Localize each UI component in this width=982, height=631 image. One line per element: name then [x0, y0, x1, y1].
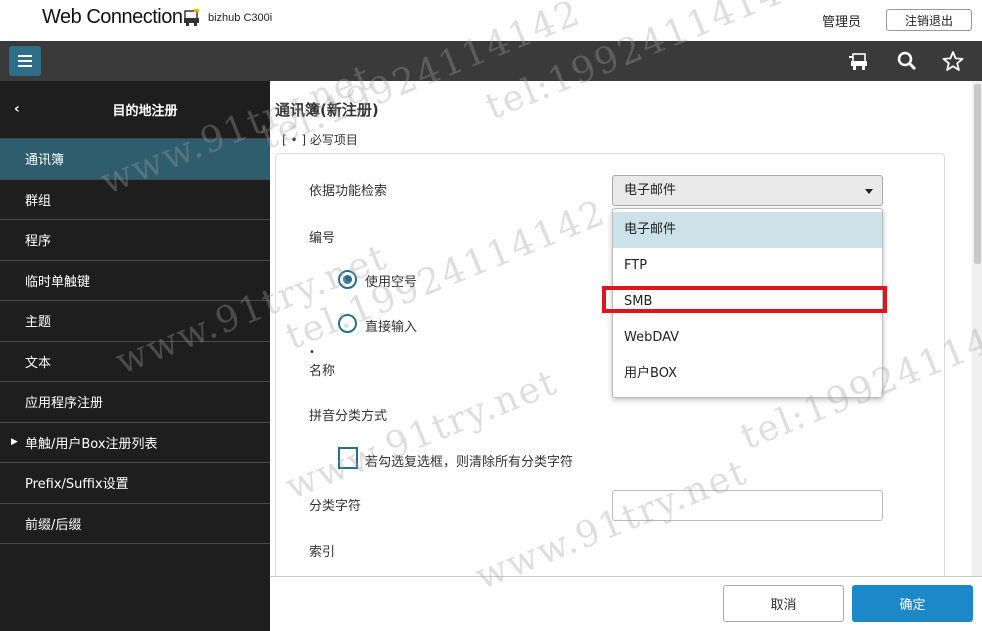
number-label: 编号	[309, 231, 336, 246]
page-title: 通讯簿(新注册)	[275, 101, 379, 119]
star-icon[interactable]	[942, 50, 964, 72]
category-char-input[interactable]	[612, 490, 883, 521]
sidebar-header: ‹ 目的地注册	[0, 81, 270, 139]
printer-icon	[184, 9, 199, 26]
main-content: 通讯簿(新注册) [ • ] 必写项目 依据功能检索 电子邮件 编号 使用空号 …	[270, 81, 982, 576]
search-icon[interactable]	[896, 50, 918, 72]
menu-icon[interactable]	[9, 46, 41, 76]
option-user-box[interactable]: 用户BOX	[613, 356, 882, 392]
sidebar-item-subject[interactable]: 主题	[0, 301, 270, 342]
chevron-down-icon	[865, 189, 873, 194]
smb-highlight-box	[602, 286, 887, 313]
sidebar-item-label: Prefix/Suffix设置	[25, 477, 129, 493]
sidebar-item-label: 前缀/后缀	[25, 517, 82, 533]
radio-direct-input[interactable]	[338, 314, 357, 333]
ok-button[interactable]: 确定	[852, 585, 973, 622]
scroll-thumb[interactable]	[974, 84, 981, 264]
toolbar	[0, 41, 982, 81]
sidebar-item-prefix-suffix-settings[interactable]: Prefix/Suffix设置	[0, 463, 270, 504]
name-label: 名称	[309, 364, 336, 379]
logout-button[interactable]: 注销退出	[886, 9, 972, 31]
top-bar: Web Connection bizhub C300i 管理员 注销退出	[0, 0, 982, 41]
user-role-label: 管理员	[822, 15, 862, 30]
sidebar-item-prefix-suffix[interactable]: 前缀/后缀	[0, 504, 270, 544]
sidebar-item-group[interactable]: 群组	[0, 180, 270, 220]
sidebar-item-label: 主题	[25, 315, 52, 331]
device-name: bizhub C300i	[208, 12, 273, 24]
required-note: [ • ] 必写项目	[282, 133, 358, 147]
scrollbar[interactable]	[972, 81, 982, 576]
caret-right-icon: ▶	[11, 437, 18, 448]
radio-use-empty[interactable]	[338, 270, 357, 289]
sidebar-title: 目的地注册	[112, 104, 178, 119]
sidebar-item-text[interactable]: 文本	[0, 342, 270, 382]
sidebar-item-program[interactable]: 程序	[0, 220, 270, 261]
clear-category-checkbox[interactable]	[338, 447, 358, 469]
required-mark: •	[309, 347, 315, 358]
sidebar-item-label: 临时单触键	[25, 274, 91, 290]
search-by-function-label: 依据功能检索	[309, 184, 388, 199]
sidebar-item-one-touch-box-list[interactable]: ▶ 单触/用户Box注册列表	[0, 423, 270, 463]
brand-title: Web Connection	[42, 6, 183, 28]
sidebar-item-label: 应用程序注册	[25, 396, 104, 412]
sidebar-item-address-book[interactable]: 通讯簿	[0, 139, 270, 180]
sidebar-item-label: 程序	[25, 234, 52, 250]
sidebar-item-label: 文本	[25, 355, 52, 371]
option-webdav[interactable]: WebDAV	[613, 320, 882, 356]
index-label: 索引	[309, 545, 336, 560]
category-char-label: 分类字符	[309, 499, 362, 514]
printer-icon[interactable]	[848, 50, 870, 72]
function-select-value: 电子邮件	[624, 183, 677, 198]
radio-direct-input-label: 直接输入	[365, 320, 418, 335]
sidebar-item-label: 通讯簿	[25, 153, 65, 169]
function-select[interactable]: 电子邮件	[612, 175, 883, 206]
option-email[interactable]: 电子邮件	[613, 212, 882, 248]
sidebar: ‹ 目的地注册 通讯簿 群组 程序 临时单触键 主题 文本 应用程序注册 ▶ 单…	[0, 81, 270, 631]
footer: 取消 确定	[270, 576, 982, 631]
cancel-button[interactable]: 取消	[723, 585, 844, 622]
option-ftp[interactable]: FTP	[613, 248, 882, 284]
clear-category-label: 若勾选复选框，则清除所有分类字符	[365, 455, 574, 470]
radio-use-empty-label: 使用空号	[365, 275, 418, 290]
sidebar-item-temp-one-touch[interactable]: 临时单触键	[0, 261, 270, 301]
sidebar-item-label: 群组	[25, 193, 52, 209]
device-info: bizhub C300i	[182, 8, 272, 28]
sidebar-item-label: 单触/用户Box注册列表	[25, 436, 158, 452]
sidebar-item-app-registration[interactable]: 应用程序注册	[0, 382, 270, 423]
pinyin-label: 拼音分类方式	[309, 409, 388, 424]
